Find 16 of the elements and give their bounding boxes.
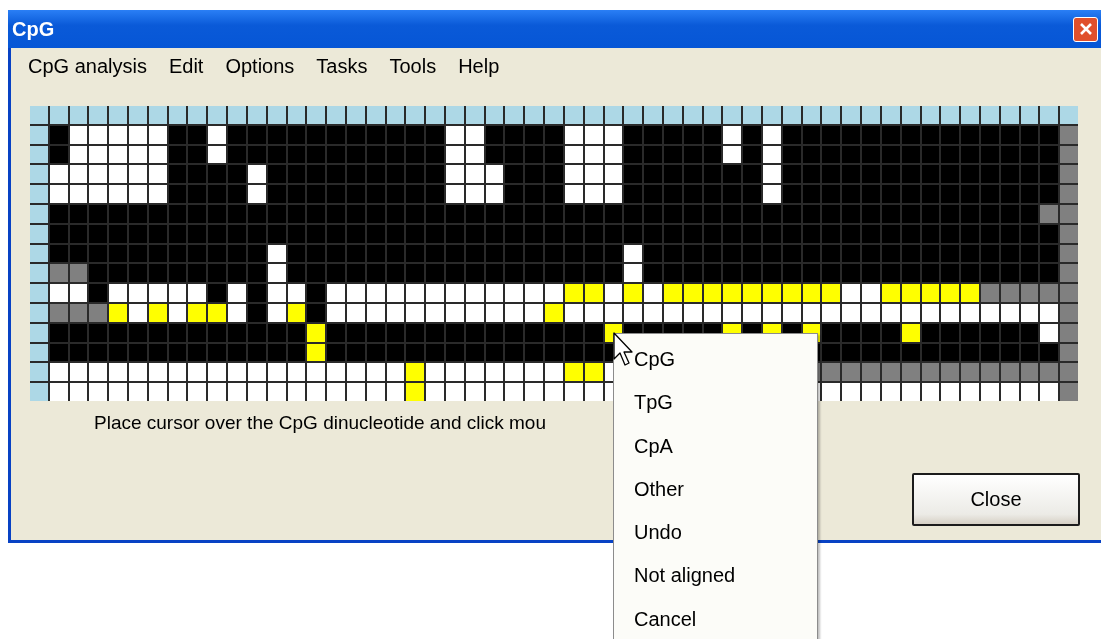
menu-item[interactable]: Edit [157, 53, 215, 82]
context-menu-item[interactable]: CpG [614, 342, 817, 386]
menu-item[interactable]: Help [447, 53, 511, 82]
instruction-text: Place cursor over the CpG dinucleotide and click mou [94, 410, 546, 435]
context-menu-item[interactable]: Cancel [614, 601, 817, 639]
context-menu-item[interactable]: TpG [614, 385, 817, 429]
menu-item[interactable]: Tools [378, 53, 448, 82]
context-menu-item[interactable]: Other [614, 471, 817, 516]
context-menu-item[interactable]: Undo [614, 515, 817, 559]
window-title: CpG [12, 17, 55, 41]
context-menu-item[interactable]: Not aligned [614, 558, 817, 602]
menu-item[interactable]: Options [214, 53, 306, 82]
menu-item[interactable]: Tasks [305, 53, 379, 82]
context-menu-item[interactable]: CpA [614, 428, 817, 472]
menu-item[interactable]: CpG analysis [17, 53, 158, 82]
close-button[interactable]: Close [912, 472, 1080, 526]
